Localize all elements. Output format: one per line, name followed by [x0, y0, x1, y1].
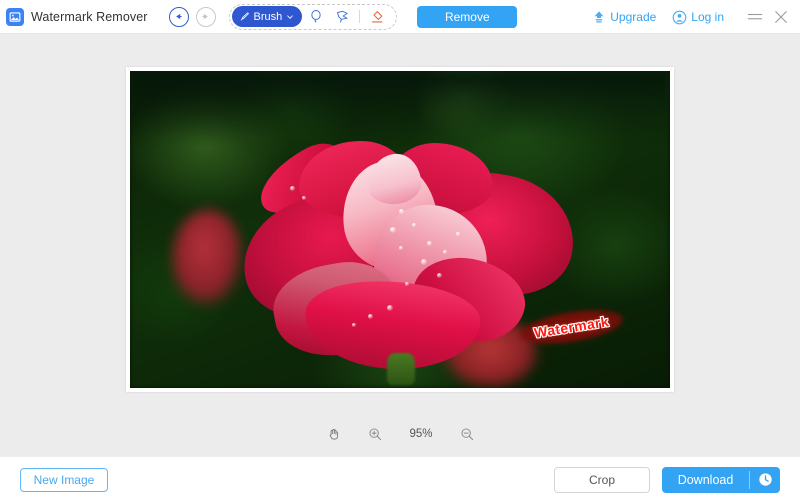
water-drop — [455, 232, 460, 237]
undo-button[interactable] — [168, 6, 189, 27]
crop-button[interactable]: Crop — [554, 466, 650, 493]
eraser-tool-button[interactable] — [365, 6, 389, 28]
close-button[interactable] — [770, 6, 792, 28]
rose-stem — [386, 352, 415, 385]
zoom-out-icon — [461, 428, 474, 441]
tool-divider — [359, 10, 361, 23]
red-rose-photo[interactable]: Watermark — [130, 71, 670, 388]
close-icon — [775, 11, 787, 23]
app-footer: New Image Crop Download — [0, 456, 800, 502]
brush-tool-button[interactable]: Brush — [231, 6, 303, 27]
upgrade-button[interactable]: Upgrade — [592, 10, 656, 24]
hand-pan-icon — [329, 429, 338, 440]
upgrade-arrow-icon — [594, 11, 604, 23]
history-controls — [162, 6, 216, 27]
watermark-remover-window: Watermark Remover Brush Remove Upgrade L… — [0, 0, 800, 502]
zoom-in-icon — [369, 428, 382, 441]
water-drop — [289, 186, 295, 192]
app-header: Watermark Remover Brush Remove Upgrade L… — [0, 0, 800, 34]
water-drop — [399, 245, 404, 250]
image-frame[interactable]: Watermark — [126, 67, 674, 392]
new-image-label: New Image — [33, 472, 95, 487]
water-drop — [386, 305, 393, 312]
login-button[interactable]: Log in — [672, 10, 724, 25]
image-logo-icon — [6, 7, 24, 26]
remove-button-label: Remove — [444, 9, 490, 24]
editor-canvas-area[interactable]: Watermark 95% — [0, 34, 800, 456]
history-clock-icon — [758, 473, 772, 486]
remove-button[interactable]: Remove — [417, 5, 518, 28]
eraser-icon — [372, 10, 383, 23]
zoom-in-button[interactable] — [364, 424, 386, 444]
hamburger-menu-icon — [747, 13, 763, 20]
zoom-toolbar: 95% — [0, 424, 800, 444]
zoom-level-label: 95% — [409, 428, 433, 440]
footer-right-controls: Crop Download — [554, 466, 780, 493]
water-drop — [302, 195, 307, 200]
undo-arrow-icon — [176, 13, 182, 20]
header-right-controls: Upgrade Log in — [592, 0, 792, 34]
user-account-icon — [672, 10, 687, 24]
selection-tool-group: Brush — [228, 3, 398, 30]
new-image-button[interactable]: New Image — [20, 467, 108, 492]
menu-button[interactable] — [744, 6, 766, 28]
brush-icon — [240, 12, 249, 21]
photo-background-top-shade — [130, 71, 670, 141]
download-history-button[interactable] — [750, 472, 780, 487]
water-drop — [436, 273, 442, 279]
water-drop — [411, 222, 416, 227]
redo-button[interactable] — [195, 6, 216, 27]
upgrade-label: Upgrade — [610, 10, 657, 24]
polygon-tool-button[interactable] — [330, 6, 354, 28]
background-rose-left — [173, 210, 244, 306]
download-label: Download — [677, 472, 734, 487]
app-title: Watermark Remover — [31, 9, 148, 24]
lasso-icon — [311, 9, 321, 23]
polygonal-lasso-icon — [336, 10, 348, 23]
login-label: Log in — [691, 10, 724, 24]
brush-tool-label: Brush — [253, 10, 283, 23]
app-branding: Watermark Remover — [6, 7, 148, 26]
pan-tool-button[interactable] — [322, 424, 344, 444]
redo-arrow-icon — [202, 13, 208, 20]
chevron-down-icon — [287, 14, 294, 19]
main-rose — [231, 135, 584, 385]
crop-label: Crop — [588, 472, 615, 487]
water-drop — [367, 314, 373, 320]
zoom-out-button[interactable] — [456, 424, 478, 444]
download-button[interactable]: Download — [662, 466, 780, 493]
lasso-tool-button[interactable] — [304, 6, 328, 28]
